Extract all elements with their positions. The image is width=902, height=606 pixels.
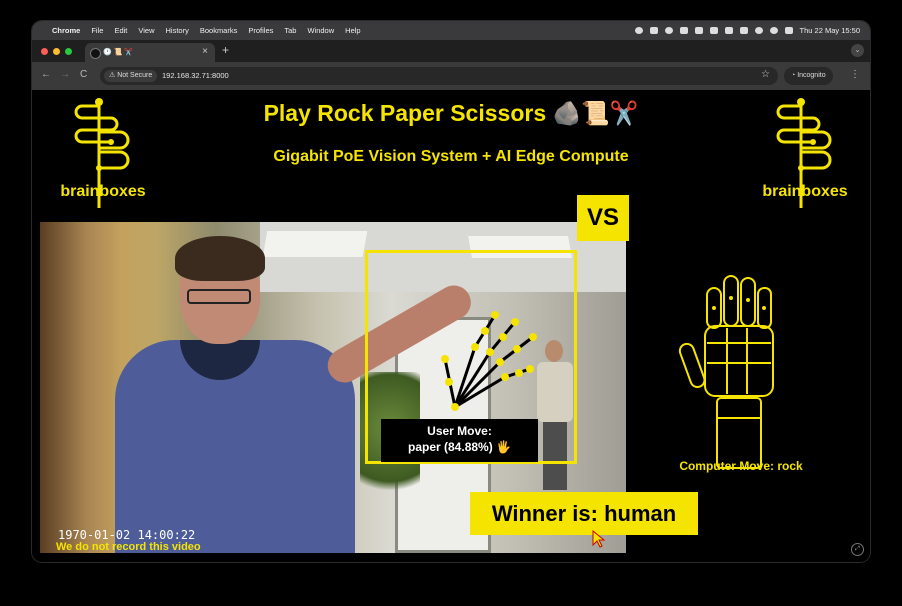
incognito-indicator[interactable]: ◔ Incognito xyxy=(784,67,833,85)
forward-button[interactable]: → xyxy=(60,69,70,80)
reload-button[interactable]: C xyxy=(80,69,87,80)
minimize-window-button[interactable] xyxy=(53,48,60,55)
tab-close-button[interactable]: × xyxy=(202,46,208,57)
fullscreen-icon[interactable]: ⤢ xyxy=(851,543,864,556)
page-title: Play Rock Paper Scissors 🪨📜✂️ xyxy=(263,100,639,126)
menu-tab[interactable]: Tab xyxy=(284,26,296,35)
macos-menubar: Chrome File Edit View History Bookmarks … xyxy=(32,21,870,40)
tab-bar: 🕐 📜 ✂️ × + ⌄ xyxy=(32,40,870,62)
page-subtitle: Gigabit PoE Vision System + AI Edge Comp… xyxy=(273,148,629,165)
video-timestamp: 1970-01-02 14:00:22 xyxy=(58,528,196,542)
zoom-window-button[interactable] xyxy=(65,48,72,55)
menubar-clock[interactable]: Thu 22 May 15:50 xyxy=(800,26,860,35)
web-page: brainboxes brainboxes Play Rock Paper Sc… xyxy=(32,90,870,562)
status-icon[interactable] xyxy=(634,27,643,34)
menu-history[interactable]: History xyxy=(166,26,189,35)
favicon-icon xyxy=(90,48,101,59)
brand-name: brainboxes xyxy=(60,183,146,200)
menu-app-name[interactable]: Chrome xyxy=(52,26,80,35)
browser-window: Chrome File Edit View History Bookmarks … xyxy=(32,21,870,562)
not-secure-badge[interactable]: ⚠ Not Secure xyxy=(104,70,158,82)
brainboxes-logo-left: brainboxes xyxy=(38,96,168,211)
vs-badge: VS xyxy=(577,195,629,241)
mouse-cursor-icon xyxy=(592,530,606,548)
menu-edit[interactable]: Edit xyxy=(114,26,127,35)
window-controls xyxy=(41,48,72,55)
url-text[interactable]: 192.168.32.71:8000 xyxy=(162,71,229,80)
user-move-value: paper (84.88%) 🖐 xyxy=(408,440,511,454)
winner-banner: Winner is: human xyxy=(470,492,698,535)
spotlight-search-icon[interactable] xyxy=(769,27,778,34)
user-move-heading: User Move: xyxy=(427,424,492,438)
incognito-label: Incognito xyxy=(797,72,826,79)
status-icon[interactable] xyxy=(709,27,718,34)
menu-view[interactable]: View xyxy=(138,26,154,35)
menu-help[interactable]: Help xyxy=(345,26,360,35)
computer-move-label: Computer Move: rock xyxy=(679,459,803,473)
status-icon[interactable] xyxy=(694,27,703,34)
status-icon[interactable] xyxy=(664,27,673,34)
brainboxes-logo-right: brainboxes xyxy=(740,96,870,211)
control-center-icon[interactable] xyxy=(784,27,793,34)
bluetooth-icon[interactable] xyxy=(724,27,733,34)
brand-name: brainboxes xyxy=(762,183,848,200)
status-icon[interactable] xyxy=(649,27,658,34)
no-record-notice: We do not record this video xyxy=(56,541,201,553)
robot-hand-rock-icon xyxy=(678,275,774,469)
back-button[interactable]: ← xyxy=(41,69,51,80)
bookmark-star-icon[interactable]: ☆ xyxy=(761,69,770,80)
user-move-label: User Move: paper (84.88%) 🖐 xyxy=(381,419,538,462)
menu-file[interactable]: File xyxy=(91,26,103,35)
menu-window[interactable]: Window xyxy=(307,26,334,35)
hand-keypoints-overlay xyxy=(441,311,537,411)
browser-menu-button[interactable]: ⋮ xyxy=(850,69,860,80)
browser-toolbar: ← → C ⚠ Not Secure 192.168.32.71:8000 ☆ … xyxy=(32,62,870,90)
status-area: Thu 22 May 15:50 xyxy=(634,26,870,35)
new-tab-button[interactable]: + xyxy=(222,43,229,57)
shield-icon[interactable] xyxy=(679,27,688,34)
close-window-button[interactable] xyxy=(41,48,48,55)
menu-bookmarks[interactable]: Bookmarks xyxy=(200,26,238,35)
tab-active[interactable]: 🕐 📜 ✂️ × xyxy=(85,43,215,62)
tab-search-button[interactable]: ⌄ xyxy=(851,44,864,57)
battery-icon[interactable] xyxy=(739,27,748,34)
wifi-icon[interactable] xyxy=(754,27,763,34)
menu-profiles[interactable]: Profiles xyxy=(248,26,273,35)
ceiling-light xyxy=(262,231,368,257)
tab-title: 🕐 📜 ✂️ xyxy=(103,49,134,56)
address-bar[interactable]: ⚠ Not Secure 192.168.32.71:8000 ☆ xyxy=(100,67,778,85)
